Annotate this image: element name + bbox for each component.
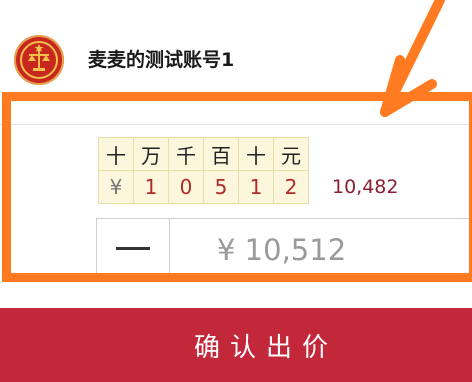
- confirm-bid-label: 确认出价: [193, 332, 338, 363]
- confirm-bid-button[interactable]: 确认出价: [0, 308, 472, 382]
